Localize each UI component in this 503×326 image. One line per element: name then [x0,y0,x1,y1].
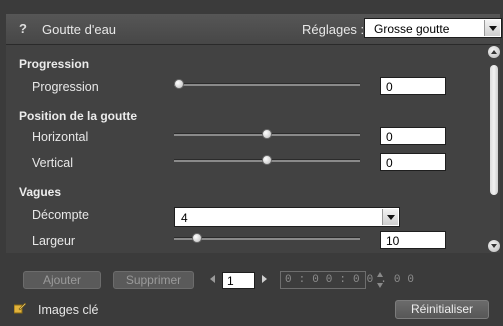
progression-slider-thumb[interactable] [174,79,184,89]
progression-value-input[interactable]: 0 [380,77,446,95]
effect-title: Goutte d'eau [42,22,117,37]
progression-slider-track[interactable] [174,83,360,86]
vertical-value-input[interactable]: 0 [380,153,446,171]
width-slider-thumb[interactable] [192,233,202,243]
section-progression-heading: Progression [19,57,90,71]
horizontal-label: Horizontal [32,130,89,144]
spinner-icon[interactable] [375,270,385,290]
reset-button[interactable]: Réinitialiser [395,300,489,319]
remove-keyframe-button[interactable]: Supprimer [113,271,194,289]
section-waves-heading: Vagues [19,185,62,199]
help-icon[interactable]: ? [19,21,31,36]
chevron-down-icon[interactable] [382,209,398,225]
scrollbar-thumb[interactable] [490,65,498,195]
effect-titlebar: ? Goutte d'eau Réglages : Grosse goutte [6,14,502,45]
vertical-slider-thumb[interactable] [262,155,272,165]
triangle-left-icon[interactable] [210,275,215,285]
panel-scrollbar[interactable] [488,45,500,253]
chevron-down-icon[interactable] [484,20,500,36]
pencil-key-icon[interactable] [13,302,27,314]
section-position-heading: Position de la goutte [19,109,138,123]
horizontal-slider-thumb[interactable] [262,129,272,139]
progression-label: Progression [32,80,99,94]
countdown-label: Décompte [32,208,89,222]
parameters-panel: Progression Progression 0 Position de la… [6,45,500,253]
keyframes-label: Images clé [38,303,99,317]
arrow-up-icon[interactable] [488,46,500,58]
add-keyframe-button[interactable]: Ajouter [23,271,101,289]
preset-select[interactable]: Grosse goutte [364,18,502,38]
vertical-label: Vertical [32,156,73,170]
horizontal-value-input[interactable]: 0 [380,127,446,145]
width-value-input[interactable]: 10 [380,231,446,249]
preset-value: Grosse goutte [374,22,450,36]
countdown-value: 4 [181,211,188,225]
keyframe-index-input[interactable]: 1 [222,272,255,289]
arrow-down-icon[interactable] [488,240,500,252]
triangle-right-icon[interactable] [262,275,267,285]
preset-label: Réglages : [302,22,365,37]
countdown-select[interactable]: 4 [174,207,400,227]
timecode-field[interactable]: 0 : 0 0 : 0 0 . 0 0 [280,271,414,289]
width-label: Largeur [32,234,76,248]
